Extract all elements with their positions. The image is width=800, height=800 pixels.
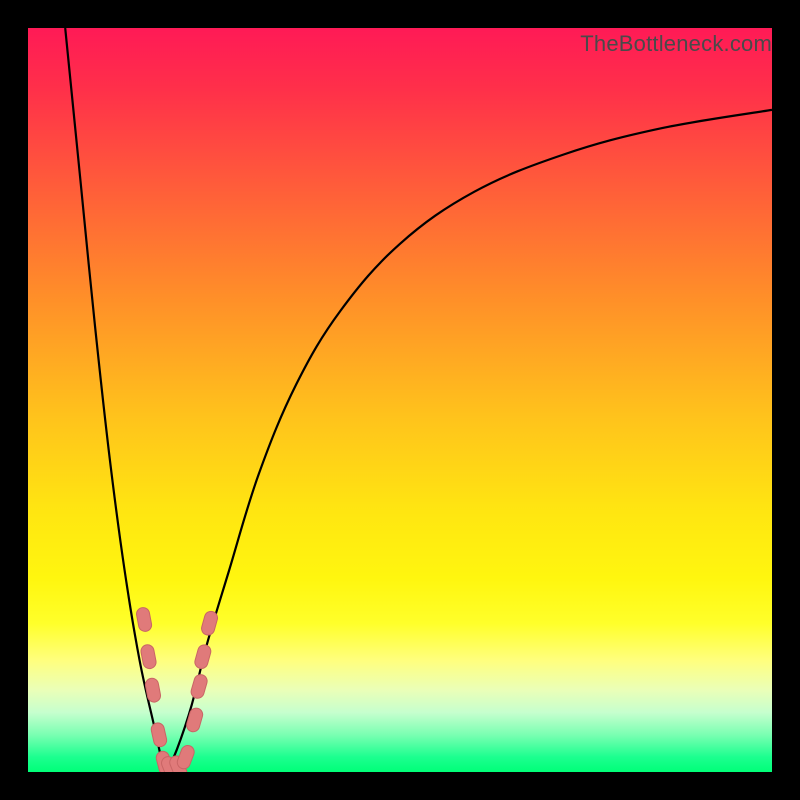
data-marker xyxy=(140,644,157,670)
chart-svg xyxy=(28,28,772,772)
data-marker xyxy=(185,707,204,734)
watermark-text: TheBottleneck.com xyxy=(580,31,772,57)
data-marker xyxy=(150,722,168,748)
curve-right-branch xyxy=(166,110,772,772)
data-marker xyxy=(135,606,152,632)
chart-frame: TheBottleneck.com xyxy=(0,0,800,800)
data-marker xyxy=(200,610,219,637)
data-marker xyxy=(193,643,212,670)
plot-area: TheBottleneck.com xyxy=(28,28,772,772)
data-marker xyxy=(190,673,209,700)
